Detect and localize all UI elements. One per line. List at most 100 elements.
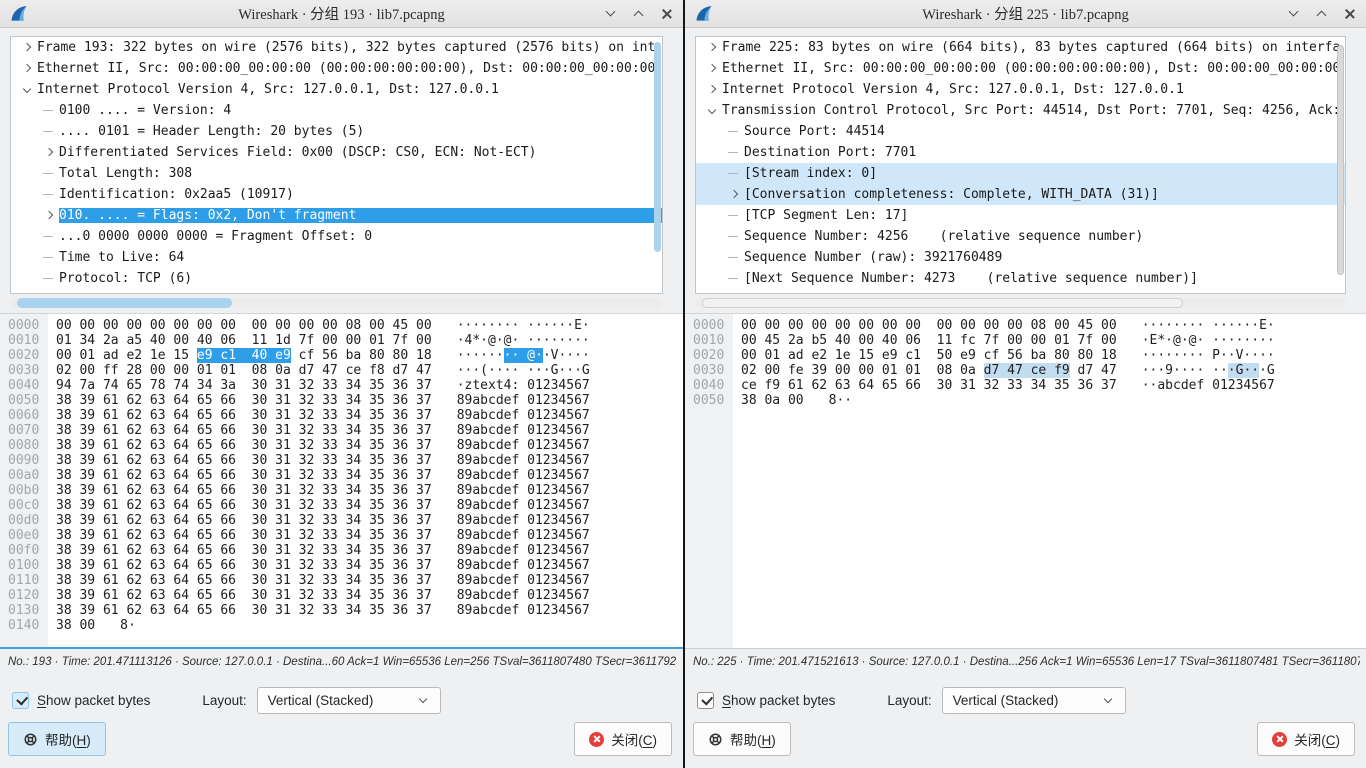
hex-row[interactable]: 000000 00 00 00 00 00 00 00 00 00 00 00 … (0, 318, 683, 333)
hex-ascii[interactable]: ···(···· ···G···G (457, 363, 590, 378)
hex-row[interactable]: 002000 01 ad e2 1e 15 e9 c1 40 e9 cf 56 … (0, 348, 683, 363)
hex-ascii[interactable]: ···9···· ···G···G (1142, 363, 1275, 378)
expander-collapsed-icon[interactable] (21, 41, 34, 54)
hex-ascii[interactable]: ········ P··V···· (1142, 348, 1275, 363)
hex-row[interactable]: 009038 39 61 62 63 64 65 66 30 31 32 33 … (0, 453, 683, 468)
chevron-down-icon[interactable] (1286, 6, 1302, 22)
hex-bytes[interactable]: 00 00 00 00 00 00 00 00 00 00 00 00 08 0… (741, 318, 1117, 333)
hex-row[interactable]: 00e038 39 61 62 63 64 65 66 30 31 32 33 … (0, 528, 683, 543)
tree-row[interactable]: [Next Sequence Number: 4273 (relative se… (696, 268, 1345, 289)
hex-bytes[interactable]: 38 39 61 62 63 64 65 66 30 31 32 33 34 3… (56, 423, 432, 438)
hex-ascii[interactable]: 89abcdef 01234567 (457, 588, 590, 603)
hex-row[interactable]: 013038 39 61 62 63 64 65 66 30 31 32 33 … (0, 603, 683, 618)
tree-row[interactable]: Frame 225: 83 bytes on wire (664 bits), … (696, 37, 1345, 58)
tree-row[interactable]: Transmission Control Protocol, Src Port:… (696, 100, 1345, 121)
hex-ascii[interactable]: 89abcdef 01234567 (457, 423, 590, 438)
expander-expanded-icon[interactable] (21, 83, 34, 96)
tree-row[interactable]: [Stream index: 0] (696, 163, 1345, 184)
hex-bytes[interactable]: 38 39 61 62 63 64 65 66 30 31 32 33 34 3… (56, 588, 432, 603)
hex-bytes[interactable]: ce f9 61 62 63 64 65 66 30 31 32 33 34 3… (741, 378, 1117, 393)
hex-ascii[interactable]: ········ ······E· (1142, 318, 1275, 333)
tree-row[interactable]: .... 0101 = Header Length: 20 bytes (5) (11, 121, 662, 142)
hex-ascii[interactable]: 89abcdef 01234567 (457, 393, 590, 408)
hex-row[interactable]: 00f038 39 61 62 63 64 65 66 30 31 32 33 … (0, 543, 683, 558)
hex-ascii[interactable]: 89abcdef 01234567 (457, 543, 590, 558)
tree-vscroll-thumb[interactable] (654, 42, 661, 252)
hex-row[interactable]: 007038 39 61 62 63 64 65 66 30 31 32 33 … (0, 423, 683, 438)
hex-ascii[interactable]: 89abcdef 01234567 (457, 468, 590, 483)
hex-bytes[interactable]: 38 39 61 62 63 64 65 66 30 31 32 33 34 3… (56, 528, 432, 543)
tree-row[interactable]: 0100 .... = Version: 4 (11, 100, 662, 121)
hex-selected-bytes[interactable]: e9 c1 40 e9 (197, 348, 291, 363)
show-packet-bytes-label[interactable]: Show packet bytes (722, 693, 835, 708)
hex-bytes[interactable]: 38 39 61 62 63 64 65 66 30 31 32 33 34 3… (56, 393, 432, 408)
hex-row[interactable]: 00a038 39 61 62 63 64 65 66 30 31 32 33 … (0, 468, 683, 483)
hex-ascii[interactable]: 89abcdef 01234567 (457, 438, 590, 453)
hex-bytes[interactable]: 01 34 2a a5 40 00 40 06 11 1d 7f 00 00 0… (56, 333, 432, 348)
tree-row[interactable]: Internet Protocol Version 4, Src: 127.0.… (11, 79, 662, 100)
tree-row[interactable]: Sequence Number: 4256 (relative sequence… (696, 226, 1345, 247)
hex-bytes[interactable]: 00 01 ad e2 1e 15 e9 c1 40 e9 cf 56 ba 8… (56, 348, 432, 363)
hex-bytes[interactable]: 94 7a 74 65 78 74 34 3a 30 31 32 33 34 3… (56, 378, 432, 393)
hex-row[interactable]: 00c038 39 61 62 63 64 65 66 30 31 32 33 … (0, 498, 683, 513)
layout-select[interactable]: Vertical (Stacked) (257, 687, 441, 714)
hex-bytes[interactable]: 38 39 61 62 63 64 65 66 30 31 32 33 34 3… (56, 438, 432, 453)
tree-row[interactable]: Ethernet II, Src: 00:00:00_00:00:00 (00:… (696, 58, 1345, 79)
hex-bytes[interactable]: 38 39 61 62 63 64 65 66 30 31 32 33 34 3… (56, 513, 432, 528)
tree-vscrollbar[interactable] (653, 37, 662, 293)
hex-row[interactable]: 00b038 39 61 62 63 64 65 66 30 31 32 33 … (0, 483, 683, 498)
tree-row[interactable]: Frame 193: 322 bytes on wire (2576 bits)… (11, 37, 662, 58)
tree-row[interactable]: Total Length: 308 (11, 163, 662, 184)
tree-vscrollbar[interactable] (1336, 37, 1345, 293)
tree-vscroll-thumb[interactable] (1337, 45, 1344, 275)
tree-row[interactable]: Internet Protocol Version 4, Src: 127.0.… (696, 79, 1345, 100)
hex-bytes[interactable]: 38 39 61 62 63 64 65 66 30 31 32 33 34 3… (56, 498, 432, 513)
chevron-down-icon[interactable] (603, 6, 619, 22)
hex-ascii[interactable]: 89abcdef 01234567 (457, 513, 590, 528)
hex-ascii[interactable]: 8· (120, 618, 136, 633)
hex-ascii[interactable]: ········ @··V···· (457, 348, 590, 363)
hex-row[interactable]: 002000 01 ad e2 1e 15 e9 c1 50 e9 cf 56 … (685, 348, 1366, 363)
hex-ascii[interactable]: ·4*·@·@· ········ (457, 333, 590, 348)
tree-row[interactable]: Time to Live: 64 (11, 247, 662, 268)
hex-ascii[interactable]: 89abcdef 01234567 (457, 603, 590, 618)
hex-row[interactable]: 006038 39 61 62 63 64 65 66 30 31 32 33 … (0, 408, 683, 423)
close-icon[interactable] (659, 6, 675, 22)
hex-row[interactable]: 004094 7a 74 65 78 74 34 3a 30 31 32 33 … (0, 378, 683, 393)
hex-ascii[interactable]: ··abcdef 01234567 (1142, 378, 1275, 393)
hex-bytes[interactable]: 02 00 ff 28 00 00 01 01 08 0a d7 47 ce f… (56, 363, 432, 378)
expander-collapsed-icon[interactable] (728, 188, 741, 201)
hex-ascii[interactable]: ········ ······E· (457, 318, 590, 333)
hex-row[interactable]: 001001 34 2a a5 40 00 40 06 11 1d 7f 00 … (0, 333, 683, 348)
hex-selected-bytes[interactable]: d7 47 ce f9 (984, 363, 1070, 378)
ascii-selected-bytes[interactable]: ·G·· (1228, 363, 1259, 378)
hex-bytes[interactable]: 38 39 61 62 63 64 65 66 30 31 32 33 34 3… (56, 573, 432, 588)
chevron-up-icon[interactable] (1314, 6, 1330, 22)
tree-row[interactable]: [TCP Segment Len: 17] (696, 205, 1345, 226)
hex-bytes[interactable]: 38 39 61 62 63 64 65 66 30 31 32 33 34 3… (56, 558, 432, 573)
tree-hscroll-thumb[interactable] (17, 298, 232, 308)
hex-row[interactable]: 008038 39 61 62 63 64 65 66 30 31 32 33 … (0, 438, 683, 453)
hex-ascii[interactable]: 89abcdef 01234567 (457, 453, 590, 468)
ascii-selected-bytes[interactable]: ·· @· (504, 348, 543, 363)
help-button[interactable]: 帮助(H) (8, 722, 106, 756)
hex-bytes[interactable]: 38 39 61 62 63 64 65 66 30 31 32 33 34 3… (56, 603, 432, 618)
hex-row[interactable]: 000000 00 00 00 00 00 00 00 00 00 00 00 … (685, 318, 1366, 333)
hex-row[interactable]: 005038 39 61 62 63 64 65 66 30 31 32 33 … (0, 393, 683, 408)
hex-ascii[interactable]: ·E*·@·@· ········ (1142, 333, 1275, 348)
hex-bytes[interactable]: 00 01 ad e2 1e 15 e9 c1 50 e9 cf 56 ba 8… (741, 348, 1117, 363)
hex-row[interactable]: 012038 39 61 62 63 64 65 66 30 31 32 33 … (0, 588, 683, 603)
hex-bytes[interactable]: 38 39 61 62 63 64 65 66 30 31 32 33 34 3… (56, 543, 432, 558)
hex-bytes[interactable]: 38 39 61 62 63 64 65 66 30 31 32 33 34 3… (56, 453, 432, 468)
tree-row[interactable]: Sequence Number (raw): 3921760489 (696, 247, 1345, 268)
expander-expanded-icon[interactable] (706, 104, 719, 117)
hex-ascii[interactable]: 89abcdef 01234567 (457, 558, 590, 573)
tree-row[interactable]: Identification: 0x2aa5 (10917) (11, 184, 662, 205)
close-button[interactable]: 关闭(C) (1257, 722, 1355, 756)
hex-bytes[interactable]: 02 00 fe 39 00 00 01 01 08 0a d7 47 ce f… (741, 363, 1117, 378)
help-button[interactable]: 帮助(H) (693, 722, 791, 756)
expander-collapsed-icon[interactable] (21, 62, 34, 75)
hex-bytes[interactable]: 38 39 61 62 63 64 65 66 30 31 32 33 34 3… (56, 408, 432, 423)
hex-bytes[interactable]: 38 00 (56, 618, 95, 633)
tree-row[interactable]: Acknowledgment Number: 1 (relative ack n… (696, 289, 1345, 294)
